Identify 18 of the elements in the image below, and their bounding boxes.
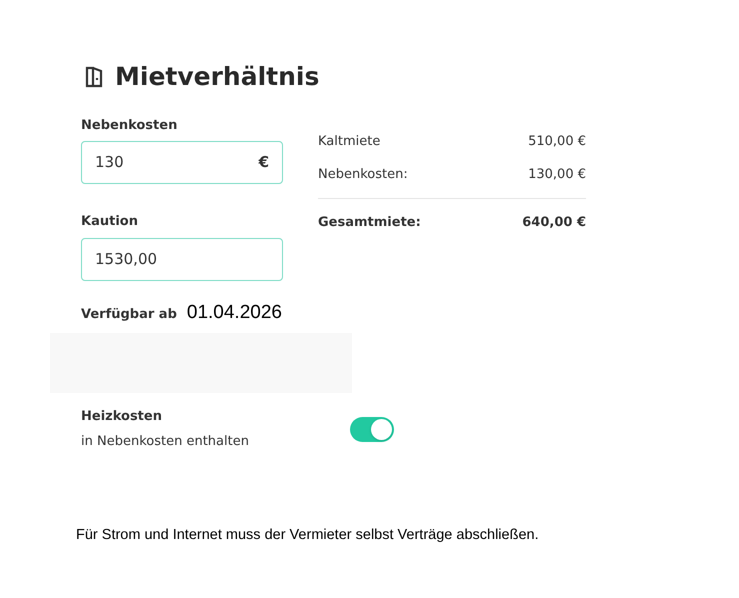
heating-label: Heizkosten [81, 408, 163, 426]
summary-label: Kaltmiete [318, 132, 380, 150]
toggle-switch[interactable] [350, 416, 394, 442]
input-field[interactable]: 130 € [81, 141, 283, 184]
total-value: 640,00 € [522, 214, 586, 232]
section-title: Mietverhältnis [115, 61, 320, 93]
field-label: Kaution [81, 213, 139, 231]
total-label: Gesamtmiete: [318, 214, 421, 232]
input-field[interactable]: 1530,00 [81, 238, 283, 280]
field-label: Nebenkosten [81, 116, 178, 134]
summary-value: 510,00 € [528, 132, 586, 150]
available-label: Verfügbar ab [81, 306, 177, 324]
note-text: Für Strom und Internet muss der Vermieter selbst Verträge abschließen. [75, 526, 540, 545]
heating-sublabel: in Nebenkosten enthalten [81, 432, 250, 450]
available-date: 01.04.2026 [186, 300, 282, 324]
summary-label: Nebenkosten: [318, 166, 408, 184]
summary-value: 130,00 € [528, 166, 586, 184]
door-icon [85, 66, 103, 88]
